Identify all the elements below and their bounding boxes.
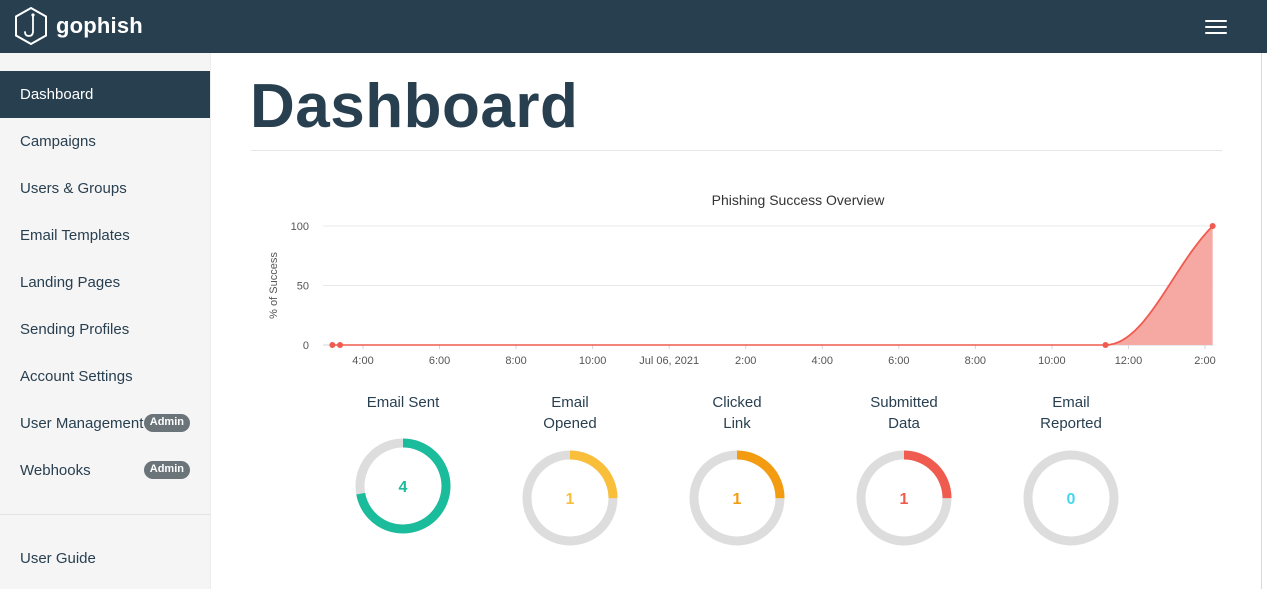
data-point[interactable] <box>337 342 344 348</box>
stat-email-opened: Email Opened 1 <box>505 392 635 548</box>
sidebar-item-label: Webhooks <box>20 462 91 479</box>
brand-name: gophish <box>56 13 143 38</box>
x-tick-label: 12:00 <box>1115 355 1143 367</box>
stat-label: Email Reported <box>1006 392 1136 436</box>
x-tick-label: 10:00 <box>1038 355 1066 367</box>
gophish-hook-icon <box>15 6 47 46</box>
x-tick-label: 2:00 <box>1194 355 1215 367</box>
stat-value: 0 <box>1067 491 1076 508</box>
x-tick-label: 8:00 <box>505 355 526 367</box>
x-tick-label: 4:00 <box>812 355 833 367</box>
chart-title: Phishing Success Overview <box>712 192 886 208</box>
page-title: Dashboard <box>250 72 579 141</box>
stat-label-line: Submitted <box>870 394 938 411</box>
stat-donut: 0 <box>1023 450 1119 546</box>
sidebar-item-landing-pages[interactable]: Landing Pages <box>0 259 210 306</box>
data-point[interactable] <box>1209 223 1216 229</box>
sidebar-item-webhooks[interactable]: Webhooks Admin <box>0 447 210 494</box>
admin-badge: Admin <box>143 461 190 479</box>
sidebar-item-label: Users & Groups <box>20 180 127 197</box>
stat-label-line: Email <box>1052 394 1090 411</box>
stat-label: Submitted Data <box>839 392 969 436</box>
sidebar-item-users-groups[interactable]: Users & Groups <box>0 165 210 212</box>
y-tick-label: 0 <box>303 340 309 352</box>
stat-clicked-link: Clicked Link 1 <box>672 392 802 548</box>
sidebar-item-label: Sending Profiles <box>20 321 130 338</box>
hamburger-bar <box>1205 26 1227 28</box>
sidebar: Dashboard Campaigns Users & Groups Email… <box>0 53 211 589</box>
x-tick-label: 6:00 <box>888 355 909 367</box>
y-axis-label: % of Success <box>268 252 280 319</box>
stat-donut: 1 <box>689 450 785 546</box>
title-divider <box>251 150 1222 151</box>
stat-label-line: Data <box>888 415 920 432</box>
stat-label-line: Clicked <box>712 394 762 411</box>
sidebar-item-label: Campaigns <box>20 133 96 150</box>
brand-logo[interactable]: gophish <box>14 4 143 48</box>
sidebar-item-dashboard[interactable]: Dashboard <box>0 71 210 118</box>
stat-label-line: Opened <box>543 415 597 432</box>
hamburger-bar <box>1205 20 1227 22</box>
sidebar-item-label: Email Templates <box>20 227 130 244</box>
x-tick-label: 8:00 <box>965 355 986 367</box>
stat-submitted-data: Submitted Data 1 <box>839 392 969 548</box>
stat-label: Clicked Link <box>672 392 802 436</box>
y-tick-label: 100 <box>291 221 309 233</box>
sidebar-item-email-templates[interactable]: Email Templates <box>0 212 210 259</box>
stat-value: 4 <box>399 479 408 496</box>
menu-toggle-button[interactable] <box>1200 14 1232 40</box>
sidebar-item-user-guide[interactable]: User Guide <box>0 535 210 582</box>
sidebar-item-account-settings[interactable]: Account Settings <box>0 353 210 400</box>
stat-value: 1 <box>566 491 575 508</box>
stat-label-line: Link <box>723 415 751 432</box>
data-point[interactable] <box>329 342 336 348</box>
stat-label-line: Email Sent <box>366 394 440 411</box>
scrollbar-track[interactable] <box>1261 53 1262 589</box>
stat-value: 1 <box>733 491 742 508</box>
stat-label: Email Opened <box>505 392 635 436</box>
sidebar-item-label: User Guide <box>20 550 96 567</box>
stat-label-line: Reported <box>1040 415 1102 432</box>
data-point[interactable] <box>1102 342 1109 348</box>
stat-label-line: Email <box>551 394 589 411</box>
stat-email-reported: Email Reported 0 <box>1006 392 1136 548</box>
stat-donut: 4 <box>355 438 451 534</box>
x-tick-label: 2:00 <box>735 355 756 367</box>
sidebar-item-sending-profiles[interactable]: Sending Profiles <box>0 306 210 353</box>
stat-value: 1 <box>900 491 909 508</box>
hamburger-bar <box>1205 32 1227 34</box>
stat-donut: 1 <box>856 450 952 546</box>
sidebar-item-label: Dashboard <box>20 86 94 103</box>
top-navbar: gophish <box>0 0 1267 53</box>
stat-label: Email Sent <box>338 392 468 436</box>
phishing-success-chart: Phishing Success Overview % of Success 0 50… <box>251 185 1231 375</box>
stat-donut: 1 <box>522 450 618 546</box>
x-tick-label: 10:00 <box>579 355 607 367</box>
admin-badge: Admin <box>143 414 190 432</box>
x-tick-label: 4:00 <box>352 355 373 367</box>
sidebar-item-label: Landing Pages <box>20 274 121 291</box>
x-tick-label: Jul 06, 2021 <box>639 355 699 367</box>
y-tick-label: 50 <box>297 281 309 293</box>
sidebar-item-campaigns[interactable]: Campaigns <box>0 118 210 165</box>
sidebar-item-user-management[interactable]: User Management Admin <box>0 400 210 447</box>
sidebar-item-label: User Management <box>20 415 144 432</box>
stat-email-sent: Email Sent 4 <box>338 392 468 536</box>
chart-svg: Phishing Success Overview % of Success 0 50… <box>268 192 1216 367</box>
sidebar-divider <box>0 514 210 515</box>
x-tick-label: 6:00 <box>429 355 450 367</box>
sidebar-item-label: Account Settings <box>20 368 133 385</box>
